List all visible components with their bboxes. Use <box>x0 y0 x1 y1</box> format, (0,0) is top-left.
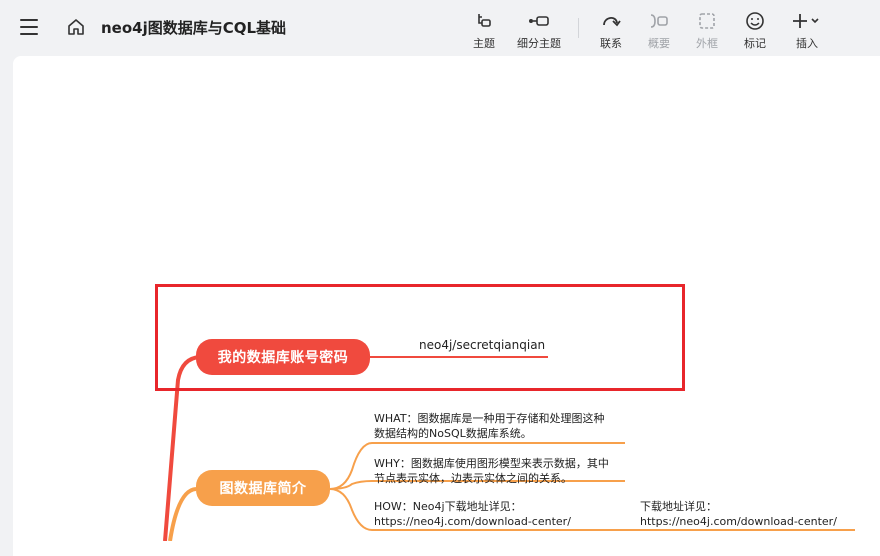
download-address-line1: 下载地址详见： <box>640 500 717 513</box>
download-address-line2: https://neo4j.com/download-center/ <box>640 515 837 528</box>
download-address[interactable]: 下载地址详见： https://neo4j.com/download-cente… <box>640 499 837 529</box>
intro-how-line1: HOW：Neo4j下载地址详见： <box>374 500 522 513</box>
highlight-box <box>155 284 685 391</box>
intro-what-line1: WHAT：图数据库是一种用于存储和处理图这种 <box>374 412 605 425</box>
intro-why-line1: WHY：图数据库使用图形模型来表示数据，其中 <box>374 457 609 470</box>
intro-what-line2: 数据结构的NoSQL数据库系统。 <box>374 427 532 440</box>
intro-what[interactable]: WHAT：图数据库是一种用于存储和处理图这种 数据结构的NoSQL数据库系统。 <box>374 411 605 441</box>
intro-node[interactable]: 图数据库简介 <box>196 470 330 506</box>
intro-how-line2: https://neo4j.com/download-center/ <box>374 515 571 528</box>
intro-why[interactable]: WHY：图数据库使用图形模型来表示数据，其中 节点表示实体，边表示实体之间的关系… <box>374 456 609 486</box>
intro-why-line2: 节点表示实体，边表示实体之间的关系。 <box>374 472 572 485</box>
intro-node-label: 图数据库简介 <box>219 481 307 497</box>
intro-how[interactable]: HOW：Neo4j下载地址详见： https://neo4j.com/downl… <box>374 499 571 529</box>
